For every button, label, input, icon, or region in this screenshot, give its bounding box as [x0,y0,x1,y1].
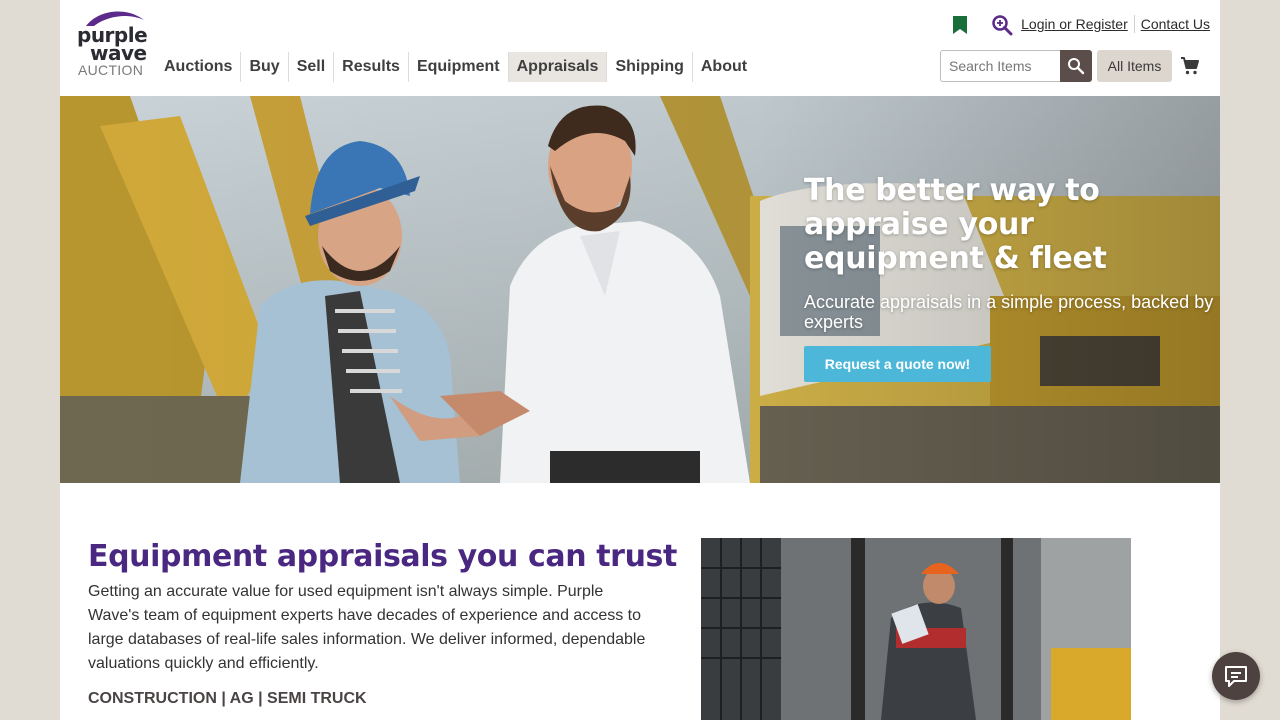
bookmark-icon[interactable] [948,13,972,37]
search-zoom-icon[interactable] [990,13,1014,37]
section-heading: Equipment appraisals you can trust [88,539,677,574]
nav-item-equipment[interactable]: Equipment [409,52,509,82]
search-bar [940,50,1092,82]
page: purple wave AUCTION Auctions Buy Sell Re… [60,0,1220,720]
main-nav: Auctions Buy Sell Results Equipment Appr… [156,52,755,82]
nav-item-auctions[interactable]: Auctions [156,52,242,82]
nav-item-sell[interactable]: Sell [289,52,335,82]
nav-item-results[interactable]: Results [334,52,409,82]
category-list: CONSTRUCTION | AG | SEMI TRUCK [88,690,367,707]
chat-bubble-icon [1225,666,1247,687]
hero-subtitle: Accurate appraisals in a simple process,… [804,292,1214,332]
nav-item-shipping[interactable]: Shipping [607,52,693,82]
logo-text-auction: AUCTION [78,62,144,78]
purple-wave-logo[interactable]: purple wave AUCTION [76,8,148,80]
logo-text-wave: wave [90,41,147,65]
site-header: purple wave AUCTION Auctions Buy Sell Re… [60,0,1220,96]
nav-item-appraisals[interactable]: Appraisals [508,52,608,82]
operator-tablet-image [701,538,1131,720]
hero-title: The better way to appraise your equipmen… [804,173,1107,276]
search-input[interactable] [940,50,1060,82]
request-quote-button[interactable]: Request a quote now! [804,346,991,382]
nav-item-buy[interactable]: Buy [241,52,289,82]
header-icon-group [948,13,1014,37]
cart-icon[interactable] [1180,56,1200,81]
magnifier-icon [1068,58,1085,75]
account-links: Login or Register Contact Us [1015,15,1210,33]
contact-us-link[interactable]: Contact Us [1135,15,1210,33]
nav-item-about[interactable]: About [693,52,755,82]
search-button[interactable] [1060,50,1092,82]
chat-widget-button[interactable] [1212,652,1260,700]
login-register-link[interactable]: Login or Register [1015,15,1135,33]
appraisals-intro-section: Equipment appraisals you can trust Getti… [60,483,1220,720]
search-scope-dropdown[interactable]: All Items [1097,50,1172,82]
hero-banner: The better way to appraise your equipmen… [60,96,1220,483]
section-body-text: Getting an accurate value for used equip… [88,583,646,672]
hero-text-block: The better way to appraise your equipmen… [804,174,1214,382]
